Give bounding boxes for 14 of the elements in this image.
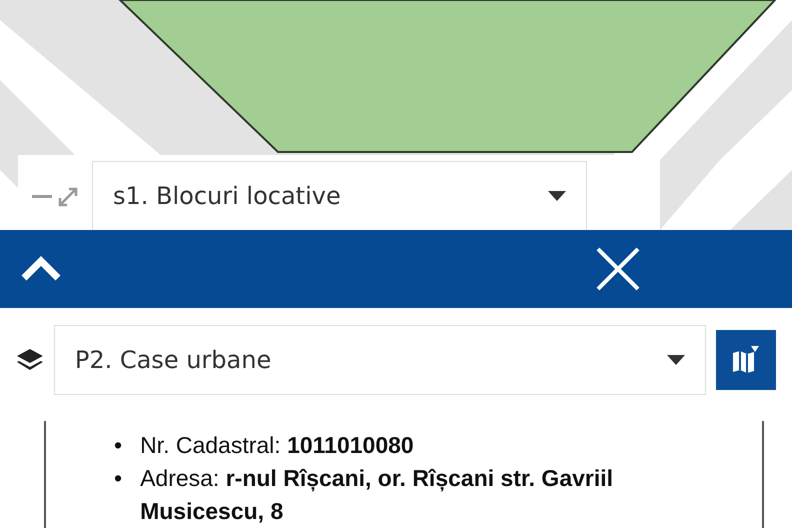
detail-text: Nr. Cadastral: 1011010080 [140, 431, 414, 460]
dropdown-caret-icon [667, 355, 686, 365]
minimize-icon[interactable] [32, 195, 52, 199]
expand-icon[interactable] [58, 187, 78, 207]
layers-icon [16, 347, 44, 373]
map-button[interactable] [716, 330, 776, 390]
detail-text: Adresa: r-nul Rîșcani, or. Rîșcani str. Gavriil Musicescu, 8 [140, 464, 614, 526]
close-icon[interactable] [596, 247, 640, 291]
layer-dropdown[interactable]: P2. Case urbane [54, 325, 706, 395]
collapse-chevron-icon[interactable] [20, 256, 62, 282]
bullet: • [114, 464, 122, 493]
bullet: • [114, 431, 122, 460]
dropdown-caret-icon [548, 191, 566, 201]
map-icon [731, 345, 762, 375]
